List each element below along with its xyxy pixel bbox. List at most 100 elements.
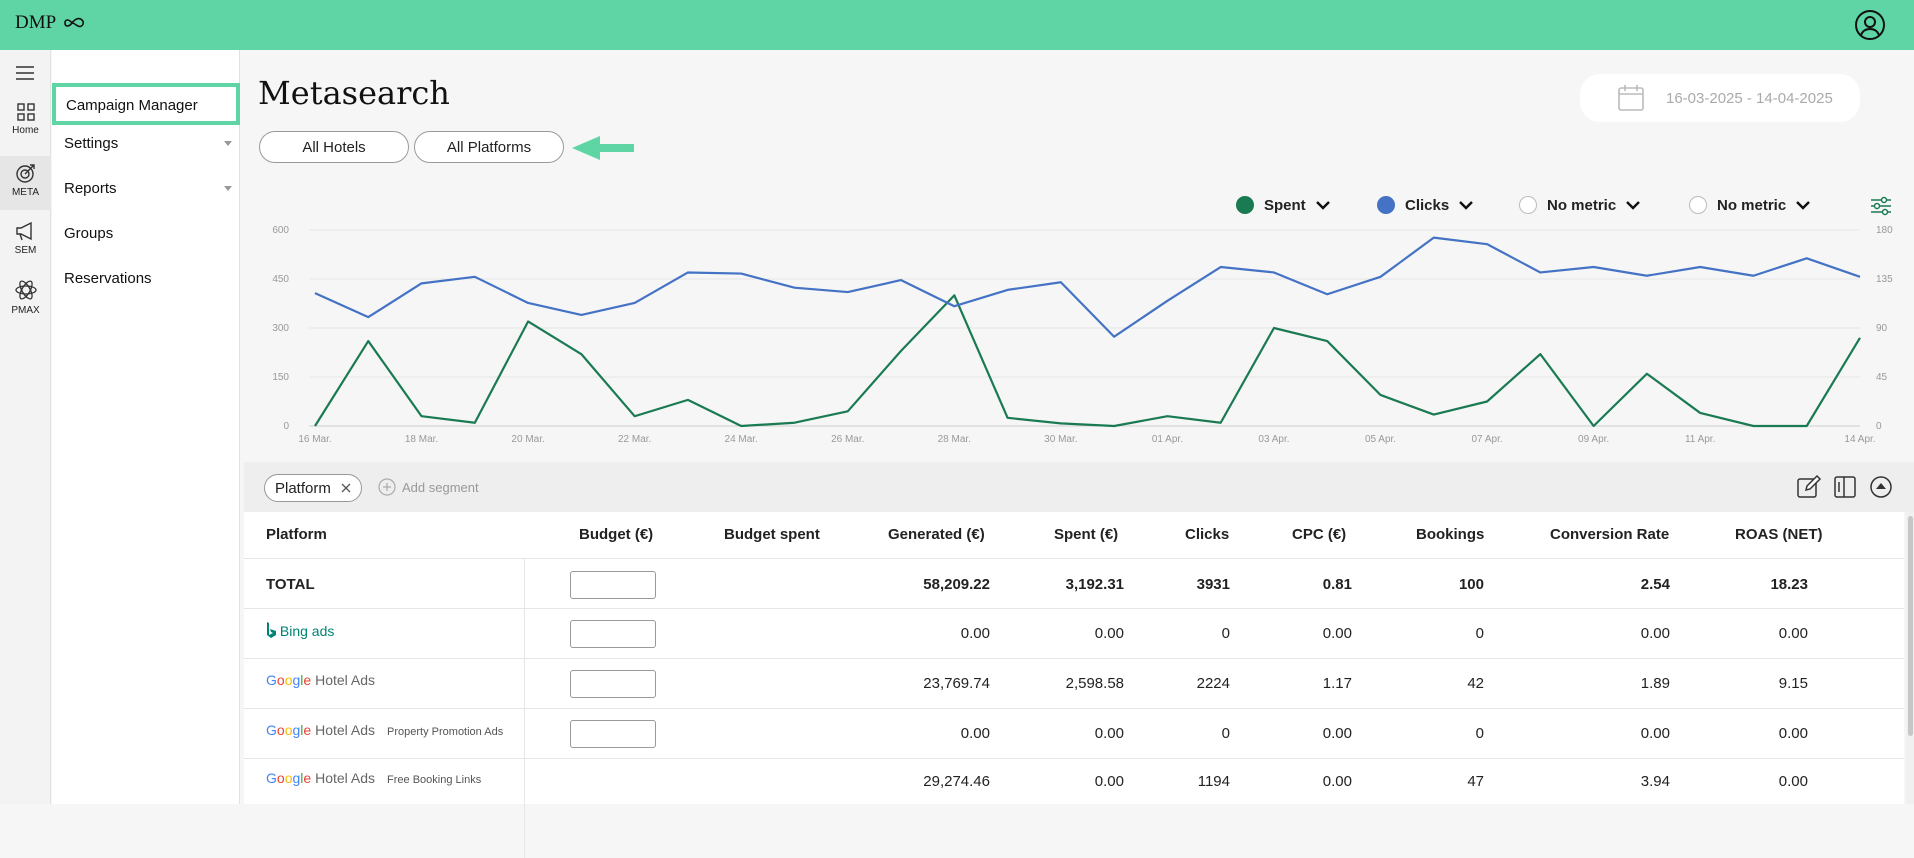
infinity-icon <box>64 17 85 28</box>
rail-item-sem[interactable]: SEM <box>0 220 51 270</box>
platform-filter-button[interactable]: All Platforms <box>414 131 564 163</box>
subnav-item-groups[interactable]: Groups <box>64 225 113 242</box>
cell-conversion-rate: 0.00 <box>1640 625 1670 642</box>
header-platform[interactable]: Platform <box>266 526 327 543</box>
collapse-up-icon[interactable] <box>1868 474 1894 500</box>
google-hotel-ads-logo: Google Hotel Ads Free Booking Links <box>266 770 482 786</box>
metric-selector-3[interactable]: No metric <box>1519 196 1641 214</box>
google-hotel-ads-logo: Google Hotel Ads <box>266 672 376 688</box>
x-tick-label: 11 Apr. <box>1685 434 1715 445</box>
rail-label: META <box>11 187 40 198</box>
cell-spent: 0.00 <box>1094 625 1124 642</box>
cell-clicks: 0 <box>1221 725 1230 742</box>
edit-icon[interactable] <box>1796 474 1822 500</box>
y-right-tick-label: 180 <box>1876 225 1893 236</box>
columns-icon[interactable] <box>1832 474 1858 500</box>
rail-item-pmax[interactable]: PMAX <box>0 278 51 328</box>
subnav-item-reports[interactable]: Reports <box>64 180 234 197</box>
budget-input[interactable] <box>570 620 656 648</box>
subnav-item-reservations[interactable]: Reservations <box>64 270 152 287</box>
brand-name: Hotel Ads <box>315 672 376 688</box>
x-tick-label: 07 Apr. <box>1471 434 1502 445</box>
budget-input[interactable] <box>570 720 656 748</box>
metric-dot <box>1377 196 1395 214</box>
budget-input[interactable] <box>570 571 656 599</box>
rail-item-meta[interactable]: META <box>0 156 51 210</box>
header-budget-spent[interactable]: Budget spent <box>724 526 820 543</box>
x-tick-label: 09 Apr. <box>1578 434 1609 445</box>
top-bar: DMP <box>0 0 1914 50</box>
cell-generated: 29,274.46 <box>923 773 990 790</box>
x-tick-label: 18 Mar. <box>405 434 438 445</box>
header-budget[interactable]: Budget (€) <box>579 526 653 543</box>
chevron-down-icon <box>1626 201 1641 210</box>
app-logo[interactable]: DMP <box>15 12 94 34</box>
cell-clicks: 1194 <box>1197 773 1230 790</box>
close-icon[interactable] <box>341 483 351 493</box>
logo-text: DMP <box>15 12 57 33</box>
cell-conversion-rate: 0.00 <box>1640 725 1670 742</box>
table-scrollbar-thumb[interactable] <box>1908 516 1913 736</box>
cell-clicks: 2224 <box>1196 675 1230 692</box>
cell-cpc: 0.81 <box>1322 576 1352 593</box>
x-tick-label: 01 Apr. <box>1152 434 1183 445</box>
header-cpc[interactable]: CPC (€) <box>1292 526 1346 543</box>
header-generated[interactable]: Generated (€) <box>888 526 985 543</box>
metric-selector-2[interactable]: Clicks <box>1377 196 1474 214</box>
icon-rail: Home META SEM PMAX <box>0 50 51 804</box>
segment-chip-platform[interactable]: Platform <box>264 474 362 502</box>
cell-roas: 0.00 <box>1778 773 1808 790</box>
header-roas[interactable]: ROAS (NET) <box>1735 526 1823 543</box>
y-right-tick-label: 135 <box>1876 274 1893 285</box>
user-account-icon[interactable] <box>1854 9 1886 41</box>
date-range-picker[interactable]: 16-03-2025 - 14-04-2025 <box>1580 74 1860 122</box>
header-bookings[interactable]: Bookings <box>1416 526 1484 543</box>
cell-clicks: 0 <box>1221 625 1230 642</box>
metric-dot <box>1519 196 1537 214</box>
bing-logo-text: Bing ads <box>279 623 335 639</box>
header-spent[interactable]: Spent (€) <box>1054 526 1118 543</box>
x-tick-label: 24 Mar. <box>725 434 758 445</box>
subnav-label: Campaign Manager <box>66 97 198 114</box>
cell-spent: 3,192.31 <box>1065 576 1124 593</box>
cell-conversion-rate: 2.54 <box>1640 576 1670 593</box>
y-right-tick-label: 45 <box>1876 372 1888 383</box>
metric-selector-4[interactable]: No metric <box>1689 196 1811 214</box>
cell-roas: 18.23 <box>1770 576 1808 593</box>
segment-chip-label: Platform <box>275 479 331 497</box>
metric-selector-1[interactable]: Spent <box>1236 196 1330 214</box>
header-clicks[interactable]: Clicks <box>1185 526 1229 543</box>
hotel-filter-button[interactable]: All Hotels <box>259 131 409 163</box>
hamburger-menu-icon[interactable] <box>16 66 34 80</box>
x-tick-label: 14 Apr. <box>1844 434 1875 445</box>
metric-label: No metric <box>1547 196 1617 214</box>
subnav-item-settings[interactable]: Settings <box>64 135 234 152</box>
platform-filter-label: All Platforms <box>446 138 532 156</box>
metric-label: Clicks <box>1405 196 1450 214</box>
cell-platform: TOTAL <box>266 576 315 593</box>
rail-item-home[interactable]: Home <box>0 102 51 154</box>
add-segment-button[interactable]: Add segment <box>378 478 479 496</box>
subnav-item-campaign-manager[interactable]: Campaign Manager <box>52 83 240 125</box>
x-tick-label: 22 Mar. <box>618 434 651 445</box>
cell-cpc: 0.00 <box>1322 773 1352 790</box>
chevron-down-icon <box>1315 201 1330 210</box>
budget-input[interactable] <box>570 670 656 698</box>
chart-settings-icon[interactable] <box>1870 196 1892 216</box>
pointer-arrow-icon <box>572 136 634 160</box>
cell-bookings: 0 <box>1475 725 1484 742</box>
platform-table: Platform Budget (€) Budget spent Generat… <box>244 512 1904 858</box>
google-hotel-ads-logo: Google Hotel Ads Property Promotion Ads <box>266 722 504 738</box>
table-row-property-promotion-ads: Google Hotel Ads Property Promotion Ads … <box>244 708 1904 758</box>
table-row-total: TOTAL 58,209.22 3,192.31 3931 0.81 100 2… <box>244 558 1904 608</box>
brand-name: Hotel Ads <box>315 722 376 738</box>
bing-ads-logo: Bing ads <box>266 622 334 639</box>
y-left-tick-label: 300 <box>272 323 289 334</box>
rail-label: Home <box>12 125 39 136</box>
metric-label: Spent <box>1264 196 1306 214</box>
segment-bar: Platform Add segment <box>244 462 1914 512</box>
x-tick-label: 05 Apr. <box>1365 434 1396 445</box>
header-conversion-rate[interactable]: Conversion Rate <box>1550 526 1669 543</box>
cell-cpc: 0.00 <box>1322 625 1352 642</box>
cell-roas: 9.15 <box>1778 675 1808 692</box>
